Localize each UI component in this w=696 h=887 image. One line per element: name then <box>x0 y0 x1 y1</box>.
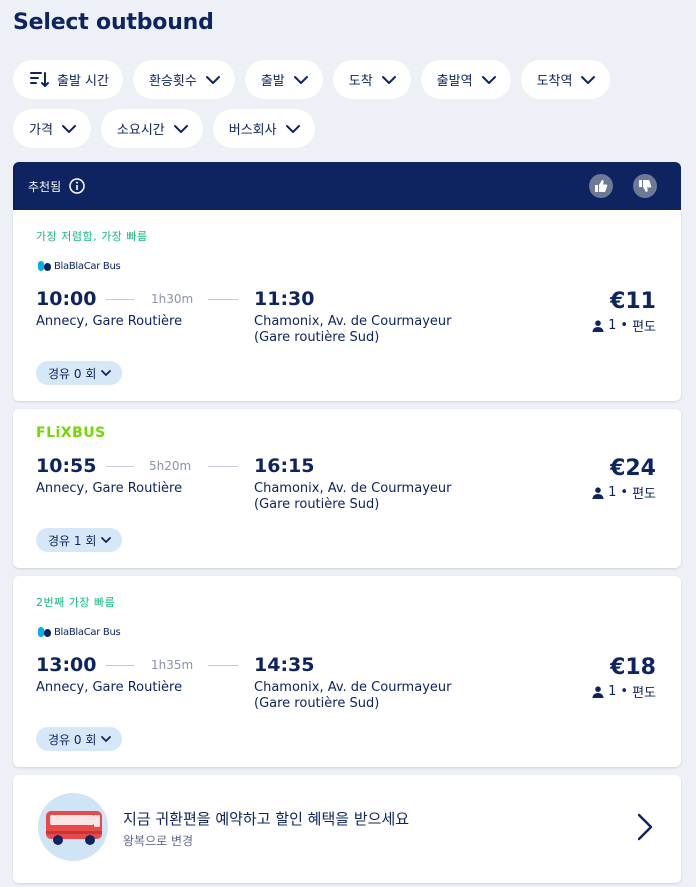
price: €11 <box>610 289 656 314</box>
passenger-count: 1 <box>608 485 617 500</box>
filter-label: 소요시간 <box>116 123 165 138</box>
thumbs-down-icon[interactable] <box>633 174 657 198</box>
arrival-time: 16:15 <box>254 455 315 477</box>
duration-line <box>106 665 134 666</box>
operator-logo: BlaBlaCar Bus <box>38 626 121 638</box>
promo-title: 지금 귀환편을 예약하고 할인 혜택을 받으세요 <box>123 810 410 828</box>
arrival-time: 14:35 <box>254 654 315 676</box>
chevron-down-icon <box>581 75 596 84</box>
chevron-down-icon <box>61 124 76 133</box>
chevron-down-icon <box>101 537 112 543</box>
arrival-station: Chamonix, Av. de Courmayeur (Gare routiè… <box>254 680 452 711</box>
stops-toggle[interactable]: 경유 1 회 <box>36 528 123 552</box>
trip-tag: 가장 저렴함, 가장 빠름 <box>36 230 148 243</box>
stops-label: 경유 0 회 <box>48 732 97 747</box>
filter-departure-time[interactable]: 출발 시간 <box>13 60 123 99</box>
recommended-label: 추천됨 <box>28 179 62 194</box>
arrival-time: 11:30 <box>254 288 315 310</box>
stops-toggle[interactable]: 경유 0 회 <box>36 361 123 385</box>
stops-toggle[interactable]: 경유 0 회 <box>36 727 123 751</box>
chevron-down-icon <box>381 75 396 84</box>
return-trip-promo[interactable]: 지금 귀환편을 예약하고 할인 혜택을 받으세요 왕복으로 변경 <box>13 775 681 883</box>
filter-price[interactable]: 가격 <box>13 109 91 148</box>
chevron-down-icon <box>481 75 496 84</box>
recommended-header: 추천됨 <box>13 162 681 210</box>
person-icon <box>592 685 604 698</box>
duration-line <box>208 299 238 300</box>
filter-label: 버스회사 <box>228 123 277 138</box>
duration-line <box>106 466 134 467</box>
duration: 1h35m <box>151 658 194 672</box>
departure-station: Annecy, Gare Routière <box>36 680 183 695</box>
arrival-station: Chamonix, Av. de Courmayeur (Gare routiè… <box>254 481 452 512</box>
bus-illustration <box>38 793 108 861</box>
departure-time: 10:55 <box>36 455 97 477</box>
operator-logo: BlaBlaCar Bus <box>38 260 121 272</box>
duration-line <box>208 466 238 467</box>
duration: 1h30m <box>151 292 194 306</box>
trip-tag: 2번째 가장 빠름 <box>36 596 116 609</box>
person-icon <box>592 486 604 499</box>
arrival-station: Chamonix, Av. de Courmayeur (Gare routiè… <box>254 314 452 345</box>
stops-label: 경유 0 회 <box>48 366 97 381</box>
filter-label: 출발 <box>260 74 285 89</box>
filter-bus-company[interactable]: 버스회사 <box>212 109 315 148</box>
filter-arrival-station[interactable]: 도착역 <box>520 60 611 99</box>
trip-type: 편도 <box>632 320 656 335</box>
chevron-down-icon <box>101 370 112 376</box>
separator-dot: • <box>620 684 629 699</box>
stops-label: 경유 1 회 <box>48 533 97 548</box>
filter-arrival[interactable]: 도착 <box>332 60 411 99</box>
departure-time: 13:00 <box>36 654 97 676</box>
trip-card[interactable]: 2번째 가장 빠름 BlaBlaCar Bus 13:00 1h35m 14:3… <box>13 576 681 767</box>
thumbs-up-icon[interactable] <box>589 174 613 198</box>
passenger-count: 1 <box>608 684 617 699</box>
duration-line <box>106 299 134 300</box>
passenger-info: 1 • 편도 <box>592 316 656 335</box>
chevron-down-icon <box>285 124 300 133</box>
page-title: Select outbound <box>13 10 214 35</box>
trip-type: 편도 <box>632 487 656 502</box>
chevron-down-icon <box>205 75 220 84</box>
filter-duration[interactable]: 소요시간 <box>100 109 203 148</box>
filter-bar: 출발 시간 환승횟수 출발 도착 출발역 도착역 가격 소요시간 버스회사 <box>13 60 683 158</box>
trip-card[interactable]: 가장 저렴함, 가장 빠름 BlaBlaCar Bus 10:00 1h30m … <box>13 210 681 401</box>
trip-type: 편도 <box>632 686 656 701</box>
departure-station: Annecy, Gare Routière <box>36 481 183 496</box>
departure-time: 10:00 <box>36 288 97 310</box>
blablacar-logo-icon <box>38 627 51 637</box>
chevron-right-icon <box>637 813 653 841</box>
separator-dot: • <box>620 318 629 333</box>
filter-label: 환승횟수 <box>148 74 197 89</box>
departure-station: Annecy, Gare Routière <box>36 314 183 329</box>
filter-label: 가격 <box>29 123 53 138</box>
sort-icon <box>30 71 49 87</box>
operator-logo: FLiXBUS <box>36 425 106 441</box>
blablacar-logo-icon <box>38 261 51 271</box>
promo-subtitle: 왕복으로 변경 <box>123 834 194 848</box>
person-icon <box>592 319 604 332</box>
chevron-down-icon <box>173 124 188 133</box>
filter-label: 도착 <box>348 74 373 89</box>
price: €24 <box>610 456 656 481</box>
chevron-down-icon <box>101 736 112 742</box>
filter-label: 출발역 <box>436 74 473 89</box>
separator-dot: • <box>620 485 629 500</box>
operator-name: BlaBlaCar Bus <box>54 626 121 638</box>
duration-line <box>208 665 238 666</box>
filter-departure[interactable]: 출발 <box>244 60 323 99</box>
filter-label: 도착역 <box>536 74 573 89</box>
chevron-down-icon <box>293 75 308 84</box>
filter-label: 출발 시간 <box>57 74 109 89</box>
trip-card[interactable]: FLiXBUS 10:55 5h20m 16:15 Annecy, Gare R… <box>13 409 681 568</box>
passenger-info: 1 • 편도 <box>592 682 656 701</box>
info-icon[interactable] <box>69 178 85 194</box>
price: €18 <box>610 655 656 680</box>
duration: 5h20m <box>149 459 192 473</box>
passenger-info: 1 • 편도 <box>592 483 656 502</box>
passenger-count: 1 <box>608 318 617 333</box>
filter-departure-station[interactable]: 출발역 <box>420 60 511 99</box>
filter-transfers[interactable]: 환승횟수 <box>132 60 235 99</box>
operator-name: BlaBlaCar Bus <box>54 260 121 272</box>
